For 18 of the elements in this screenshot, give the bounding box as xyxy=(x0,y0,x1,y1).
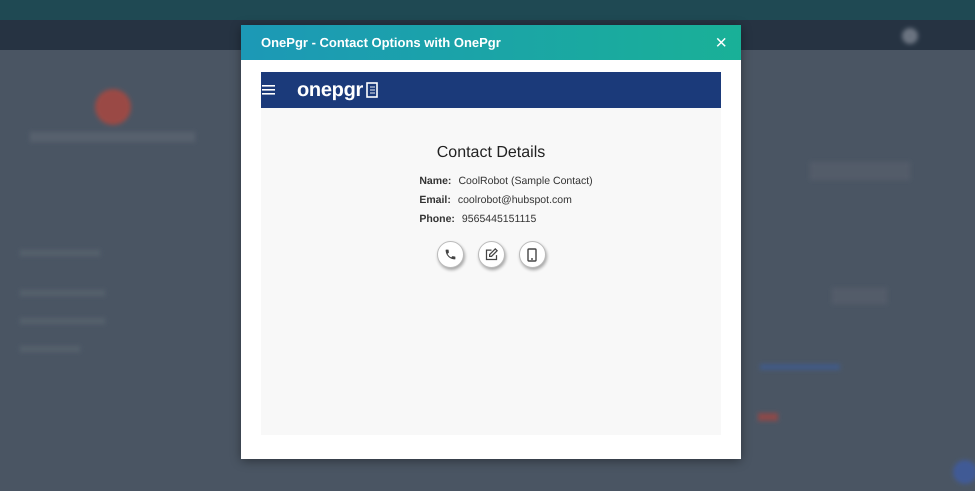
call-button[interactable] xyxy=(436,241,464,268)
field-value: coolrobot@hubspot.com xyxy=(458,194,572,206)
field-label: Name: xyxy=(419,174,452,186)
brand-logo: onepgr xyxy=(297,78,363,102)
field-value: CoolRobot (Sample Contact) xyxy=(458,174,593,186)
note-button[interactable] xyxy=(478,241,504,268)
field-label: Email: xyxy=(419,194,451,206)
document-icon xyxy=(366,82,378,98)
edit-icon xyxy=(484,247,498,262)
dialog-title: OnePgr - Contact Options with OnePgr xyxy=(261,35,501,50)
mobile-button[interactable] xyxy=(518,241,546,268)
section-heading: Contact Details xyxy=(436,144,546,162)
mobile-icon xyxy=(527,248,537,262)
phone-icon xyxy=(444,248,456,261)
menu-icon[interactable] xyxy=(262,85,275,95)
close-button[interactable]: × xyxy=(711,30,731,54)
field-label: Phone: xyxy=(419,212,455,224)
field-value: 9565445151115 xyxy=(462,212,536,224)
